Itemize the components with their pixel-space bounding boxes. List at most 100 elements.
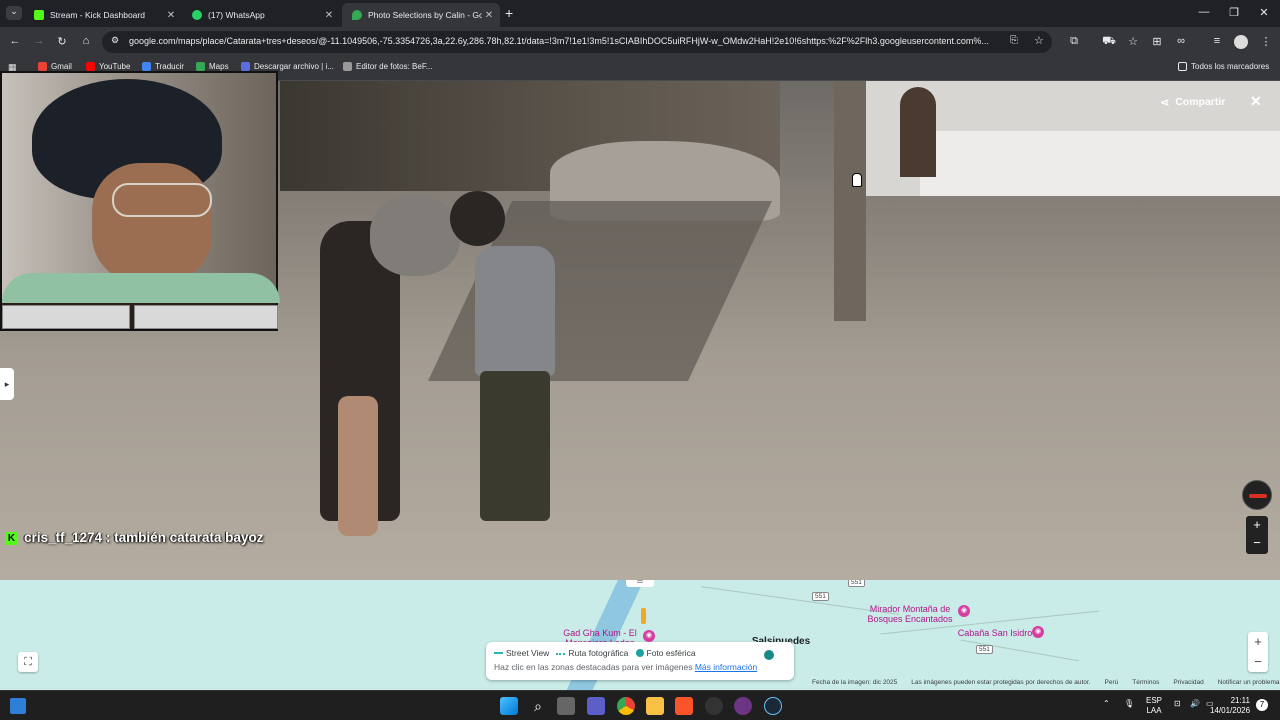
close-window-button[interactable]: ✕ bbox=[1254, 6, 1274, 19]
minimize-button[interactable]: — bbox=[1194, 6, 1214, 18]
panorama-carried-stone bbox=[370, 196, 460, 276]
map-zoom-control: + − bbox=[1248, 632, 1268, 672]
search-icon[interactable]: ⌕ bbox=[529, 697, 547, 715]
street-view-legend: Street View Ruta fotográfica Foto esféri… bbox=[486, 642, 794, 680]
poi-pin-icon[interactable]: ◉ bbox=[643, 630, 655, 642]
overlay-panel-left bbox=[2, 305, 130, 329]
language-indicator[interactable]: ESP LAA bbox=[1144, 696, 1164, 716]
close-tab-icon[interactable]: ✕ bbox=[164, 10, 178, 21]
road-shield: 551 bbox=[812, 592, 829, 601]
map-poi-mirador[interactable]: Mirador Montaña de Bosques Encantados bbox=[860, 604, 960, 624]
mini-map[interactable]: ═ Gad Gha Kum - El Mensajero Lodge ◉ Mir… bbox=[0, 580, 1280, 690]
task-view-icon[interactable] bbox=[557, 697, 575, 715]
expand-map-button[interactable]: ⛶ bbox=[18, 652, 38, 672]
bookmark-maps[interactable]: Maps bbox=[196, 62, 229, 71]
map-poi-cabana[interactable]: Cabaña San Isidro bbox=[950, 628, 1040, 638]
browser-toolbar: ← → ↻ ⌂ ⚙ google.com/maps/place/Catarata… bbox=[0, 27, 1280, 57]
legend-street-view: Street View bbox=[506, 648, 550, 658]
chrome-icon[interactable] bbox=[617, 697, 635, 715]
clock[interactable]: 21:11 14/01/2026 bbox=[1210, 696, 1250, 716]
notification-badge[interactable]: 7 bbox=[1256, 699, 1268, 711]
url-text[interactable]: google.com/maps/place/Catarata+tres+dese… bbox=[129, 36, 1009, 46]
reading-list-icon[interactable]: ≡ bbox=[1209, 35, 1225, 47]
more-info-link[interactable]: Más información bbox=[695, 662, 757, 672]
bookmark-photo-editor[interactable]: Editor de fotos: BeF... bbox=[343, 62, 432, 71]
home-icon[interactable]: ⌂ bbox=[78, 35, 94, 47]
bookmark-label: Traducir bbox=[155, 62, 185, 71]
street-view-layer-toggle[interactable] bbox=[764, 650, 774, 660]
tab-whatsapp[interactable]: (17) WhatsApp ✕ bbox=[182, 3, 340, 27]
hand-cursor-icon bbox=[852, 173, 862, 187]
person-head bbox=[450, 191, 505, 246]
report-problem-link[interactable]: Notificar un problema bbox=[1218, 679, 1280, 686]
expand-side-panel-button[interactable]: ▸ bbox=[0, 368, 14, 400]
map-resize-handle[interactable]: ═ bbox=[626, 580, 654, 587]
pegman-icon[interactable] bbox=[641, 608, 646, 624]
translate-icon bbox=[142, 62, 151, 71]
steam-icon[interactable] bbox=[764, 697, 782, 715]
bookmark-download[interactable]: Descargar archivo | i... bbox=[241, 62, 334, 71]
all-bookmarks-folder[interactable]: Todos los marcadores bbox=[1178, 62, 1269, 71]
close-tab-icon[interactable]: ✕ bbox=[322, 10, 336, 21]
webcam-person-shirt bbox=[2, 273, 280, 303]
restore-button[interactable]: ❐ bbox=[1224, 6, 1244, 19]
network-icon[interactable]: ⊡ bbox=[1174, 699, 1181, 709]
windows-start-icon[interactable] bbox=[500, 697, 518, 715]
extension-car-icon[interactable]: ⛟ bbox=[1101, 35, 1117, 49]
forward-icon[interactable]: → bbox=[31, 35, 47, 47]
bookmark-star-icon[interactable]: ☆ bbox=[1034, 34, 1044, 47]
tab-google-maps[interactable]: Photo Selections by Calin - Goo ✕ bbox=[342, 3, 500, 27]
profile-avatar[interactable] bbox=[1234, 35, 1248, 49]
install-app-icon[interactable]: ⎘ bbox=[1010, 35, 1018, 46]
reload-icon[interactable]: ↻ bbox=[54, 35, 70, 48]
extensions-icon[interactable]: ⧉ bbox=[1066, 35, 1082, 48]
legend-items: Street View Ruta fotográfica Foto esféri… bbox=[494, 648, 696, 658]
privacy-link[interactable]: Privacidad bbox=[1173, 679, 1203, 686]
address-bar[interactable]: ⚙ google.com/maps/place/Catarata+tres+de… bbox=[102, 31, 1052, 53]
site-info-icon[interactable]: ⚙ bbox=[111, 35, 119, 46]
bookmark-gmail[interactable]: Gmail bbox=[38, 62, 72, 71]
share-button[interactable]: ⋖ Compartir bbox=[1160, 93, 1225, 111]
microphone-icon[interactable]: 🎙 bbox=[1124, 699, 1134, 709]
bookmark-label: Editor de fotos: BeF... bbox=[356, 62, 433, 71]
country-link[interactable]: Perú bbox=[1105, 679, 1119, 686]
obs-icon[interactable] bbox=[734, 697, 752, 715]
volume-icon[interactable]: 🔊 bbox=[1190, 699, 1200, 709]
webcam-person-glasses bbox=[112, 183, 212, 217]
download-site-icon bbox=[241, 62, 250, 71]
panorama-door bbox=[900, 87, 936, 177]
person-leg bbox=[338, 396, 378, 536]
compass-icon[interactable] bbox=[1242, 480, 1272, 510]
youtube-icon bbox=[86, 62, 95, 71]
file-explorer-icon[interactable] bbox=[646, 697, 664, 715]
poi-label: Mirador Montaña de Bosques Encantados bbox=[867, 604, 953, 624]
bookmarks-icon[interactable]: ☆ bbox=[1125, 35, 1141, 48]
close-tab-icon[interactable]: ✕ bbox=[482, 10, 496, 21]
bookmark-label: YouTube bbox=[99, 62, 131, 71]
bookmark-label: Gmail bbox=[51, 62, 72, 71]
keyboard-layout: LAA bbox=[1146, 706, 1162, 715]
poi-pin-icon[interactable]: ◉ bbox=[958, 605, 970, 617]
zoom-out-button[interactable]: − bbox=[1246, 534, 1268, 552]
poi-pin-icon[interactable]: ◉ bbox=[1032, 626, 1044, 638]
bookmark-translate[interactable]: Traducir bbox=[142, 62, 184, 71]
menu-icon[interactable]: ⋮ bbox=[1258, 35, 1274, 48]
back-icon[interactable]: ← bbox=[7, 35, 23, 47]
bookmark-youtube[interactable]: YouTube bbox=[86, 62, 130, 71]
map-zoom-in-button[interactable]: + bbox=[1248, 632, 1268, 652]
close-street-view-button[interactable]: ✕ bbox=[1250, 93, 1262, 110]
zoom-in-button[interactable]: + bbox=[1246, 516, 1268, 534]
chat-app-icon[interactable] bbox=[587, 697, 605, 715]
translate-icon[interactable]: ⊞ bbox=[1149, 35, 1165, 48]
tab-kick-dashboard[interactable]: Stream - Kick Dashboard ✕ bbox=[24, 3, 182, 27]
widgets-icon[interactable] bbox=[10, 698, 26, 714]
show-hidden-icons[interactable]: ⌃ bbox=[1103, 699, 1110, 709]
app-icon[interactable] bbox=[705, 697, 723, 715]
new-tab-button[interactable]: + bbox=[505, 5, 513, 21]
link-icon[interactable]: ∞ bbox=[1173, 35, 1189, 47]
terms-link[interactable]: Términos bbox=[1132, 679, 1159, 686]
tab-search-button[interactable]: ⌄ bbox=[6, 6, 22, 20]
map-zoom-out-button[interactable]: − bbox=[1248, 652, 1268, 672]
language-code: ESP bbox=[1145, 696, 1162, 705]
brave-icon[interactable] bbox=[675, 697, 693, 715]
